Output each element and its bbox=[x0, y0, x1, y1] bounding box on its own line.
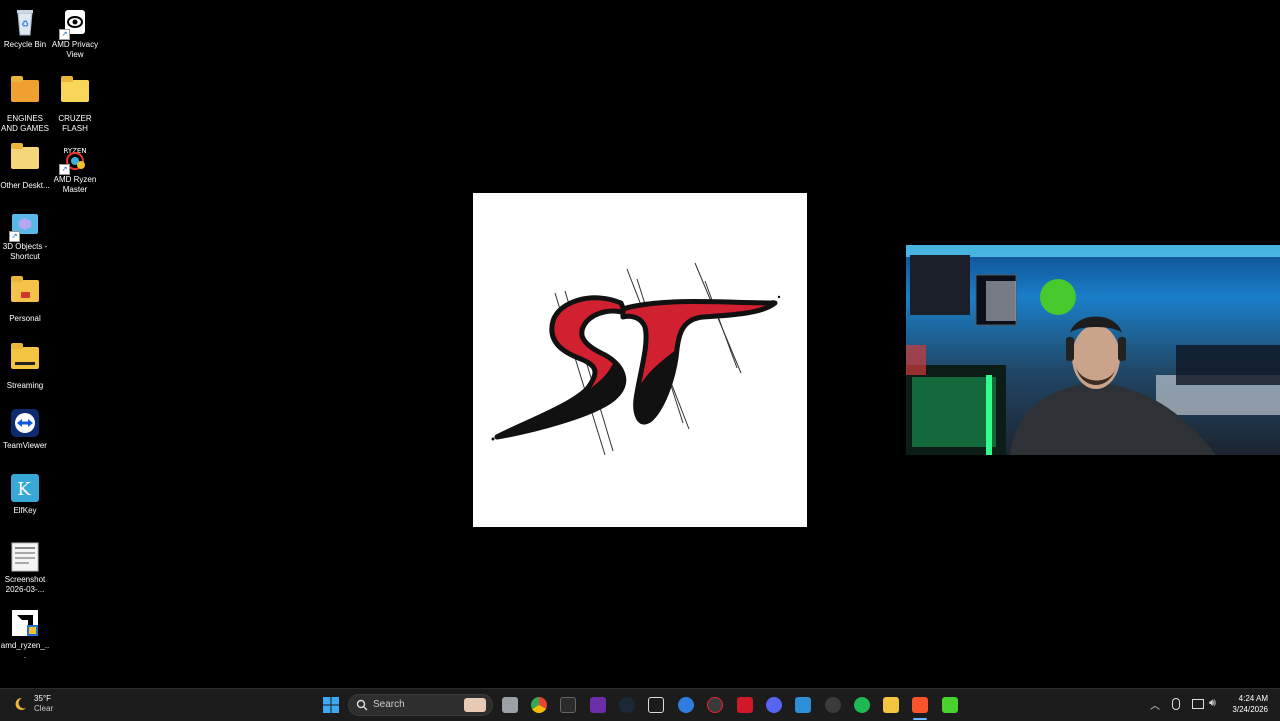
svg-text:♻: ♻ bbox=[21, 20, 29, 30]
ryzen-master-icon: RYZEN ↗ bbox=[59, 141, 91, 175]
amd-installer-icon bbox=[9, 607, 41, 639]
elfkey-icon: K bbox=[9, 472, 41, 504]
desktop-icon-3d-objects-shortcut[interactable]: ↗ 3D Objects - Shortcut bbox=[0, 208, 50, 262]
search-icon bbox=[356, 699, 368, 711]
desktop-icon-label: Other Deskt... bbox=[0, 181, 50, 190]
clock-date: 3/24/2026 bbox=[1232, 705, 1268, 714]
desktop-icon-cruzer-flash[interactable]: CRUZER FLASH bbox=[50, 74, 100, 134]
3d-objects-icon: ↗ bbox=[9, 208, 41, 242]
red-app-icon[interactable] bbox=[737, 697, 753, 713]
folder-icon bbox=[59, 76, 91, 112]
terminal-icon[interactable] bbox=[560, 697, 576, 713]
desktop[interactable]: ♻ Recycle Bin ENGINES AND GAMES Other De… bbox=[0, 0, 1280, 688]
desktop-icon-amd-privacy-view[interactable]: ↗ AMD Privacy View bbox=[50, 6, 100, 60]
shortcut-arrow-icon: ↗ bbox=[59, 29, 70, 40]
desktop-icon-amd-ryzen-master[interactable]: RYZEN ↗ AMD Ryzen Master bbox=[50, 141, 100, 195]
desktop-icon-label: AMD Privacy View bbox=[51, 40, 99, 59]
desktop-icon-label: 3D Objects - Shortcut bbox=[2, 242, 48, 261]
image-file-icon bbox=[9, 541, 41, 573]
desktop-icon-label: Streaming bbox=[6, 381, 44, 390]
clock[interactable]: 4:24 AM 3/24/2026 bbox=[1232, 693, 1268, 715]
webcam-overlay bbox=[906, 245, 1280, 455]
photos-icon[interactable] bbox=[795, 697, 811, 713]
search-highlight-icon bbox=[464, 698, 486, 712]
folder-icon bbox=[9, 343, 41, 379]
desktop-icon-label: ElfKey bbox=[13, 506, 37, 515]
display-icon[interactable] bbox=[1192, 699, 1204, 709]
bf-icon[interactable] bbox=[942, 697, 958, 713]
desktop-icon-elfkey[interactable]: K ElfKey bbox=[0, 472, 50, 516]
desktop-icon-other-desktop[interactable]: Other Deskt... bbox=[0, 141, 50, 191]
shortcut-arrow-icon: ↗ bbox=[59, 164, 70, 175]
mic-icon[interactable] bbox=[1172, 698, 1180, 710]
speaker-icon[interactable]: 🔊︎ bbox=[1209, 697, 1216, 710]
desktop-icon-screenshot[interactable]: Screenshot 2026-03-... bbox=[0, 541, 50, 595]
weather-condition: Clear bbox=[34, 704, 54, 713]
desktop-icon-label: amd_ryzen_... bbox=[0, 641, 50, 660]
desktop-icon-label: Personal bbox=[9, 314, 41, 323]
start-icon[interactable] bbox=[323, 697, 339, 713]
search-input[interactable]: Search bbox=[348, 694, 493, 716]
search-placeholder: Search bbox=[373, 699, 405, 710]
taskbar: 35°F Clear Search ︿ 🔊︎ 4:24 AM 3/24/2026 bbox=[0, 688, 1280, 721]
st-logo-image bbox=[473, 193, 807, 527]
nzxt-icon[interactable] bbox=[590, 697, 606, 713]
folder-icon bbox=[9, 76, 41, 112]
desktop-icon-personal[interactable]: Personal bbox=[0, 274, 50, 324]
desktop-icon-engines-and-games[interactable]: ENGINES AND GAMES bbox=[0, 74, 50, 134]
svg-text:K: K bbox=[17, 479, 31, 500]
desktop-icon-label: TeamViewer bbox=[3, 441, 47, 450]
brave-icon[interactable] bbox=[912, 697, 928, 713]
edge-icon[interactable] bbox=[678, 697, 694, 713]
chevron-up-icon[interactable]: ︿ bbox=[1150, 697, 1162, 712]
desktop-icon-label: CRUZER FLASH bbox=[58, 114, 92, 133]
desktop-icon-streaming[interactable]: Streaming bbox=[0, 341, 50, 391]
spotify-icon[interactable] bbox=[854, 697, 870, 713]
desktop-icon-teamviewer[interactable]: TeamViewer bbox=[0, 407, 50, 451]
folder-icon bbox=[9, 276, 41, 312]
steam-icon[interactable] bbox=[619, 697, 635, 713]
eye-icon: ↗ bbox=[59, 6, 91, 40]
settings-app-icon[interactable] bbox=[825, 697, 841, 713]
discord-icon[interactable] bbox=[766, 697, 782, 713]
shortcut-arrow-icon: ↗ bbox=[9, 231, 20, 242]
desktop-icon-recycle-bin[interactable]: ♻ Recycle Bin bbox=[0, 6, 50, 50]
desktop-icon-amd-ryzen-installer[interactable]: amd_ryzen_... bbox=[0, 607, 50, 661]
weather-temp: 35°F bbox=[34, 694, 51, 703]
desktop-icon-label: ENGINES AND GAMES bbox=[0, 114, 49, 133]
desktop-icon-label: Recycle Bin bbox=[3, 40, 47, 49]
rl-icon[interactable] bbox=[648, 697, 664, 713]
files-icon[interactable] bbox=[883, 697, 899, 713]
clock-time: 4:24 AM bbox=[1238, 694, 1268, 703]
recycle-bin-icon: ♻ bbox=[9, 6, 41, 38]
desktop-icon-label: Screenshot 2026-03-... bbox=[4, 575, 46, 594]
moon-icon bbox=[15, 697, 26, 710]
teamviewer-icon bbox=[9, 407, 41, 439]
chrome-icon[interactable] bbox=[531, 697, 547, 713]
clock-icon[interactable] bbox=[707, 697, 723, 713]
folder-icon bbox=[9, 143, 41, 179]
desktop-icon-label: AMD Ryzen Master bbox=[53, 175, 97, 194]
file-tool-icon[interactable] bbox=[502, 697, 518, 713]
